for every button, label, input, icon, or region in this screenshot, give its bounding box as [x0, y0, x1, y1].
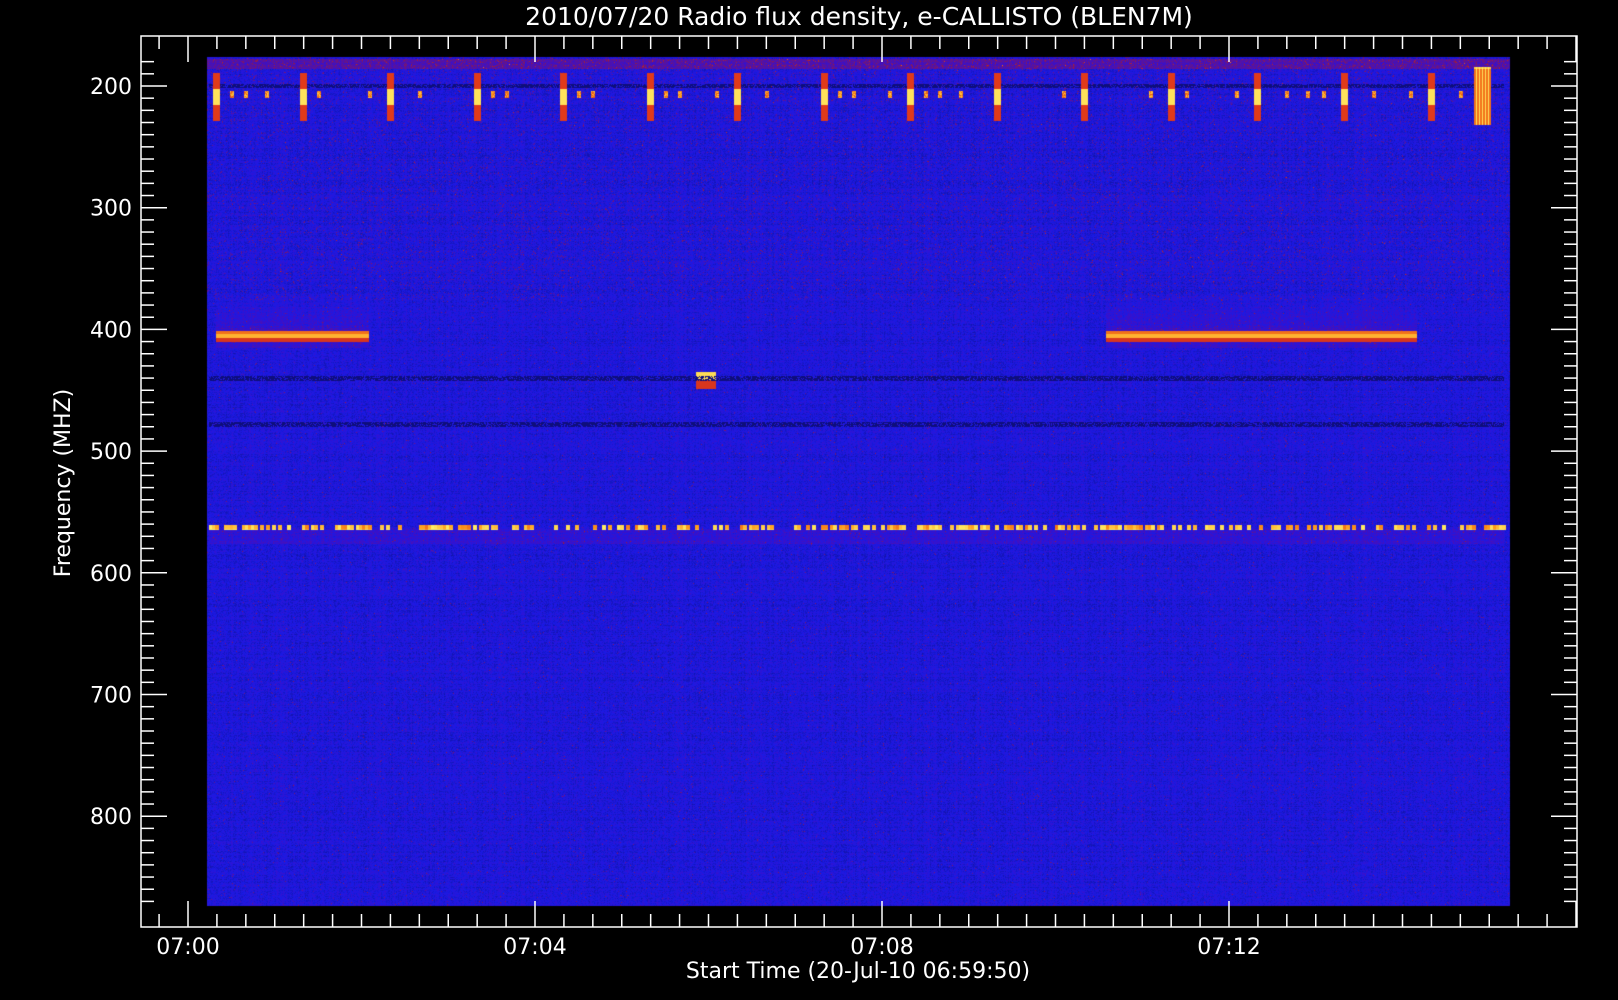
y-tick-label: 800	[90, 805, 132, 830]
x-tick-label: 07:12	[1197, 935, 1260, 960]
y-tick-label: 600	[90, 562, 132, 587]
y-axis-ticks	[141, 60, 1577, 903]
y-tick-label: 300	[90, 197, 132, 222]
y-tick-label: 500	[90, 440, 132, 465]
y-tick-label: 400	[90, 318, 132, 343]
plot-frame	[140, 35, 1578, 928]
y-tick-label: 200	[90, 75, 132, 100]
y-tick-label: 700	[90, 684, 132, 709]
y-axis-tick-labels: 200 300 400 500 600 700 800	[90, 75, 132, 830]
chart-svg: 2010/07/20 Radio flux density, e-CALLIST…	[51, 2, 1578, 984]
x-axis-label: Start Time (20-Jul-10 06:59:50)	[686, 959, 1030, 984]
x-axis-tick-labels: 07:00 07:04 07:08 07:12	[156, 935, 1260, 960]
x-tick-label: 07:00	[156, 935, 219, 960]
x-axis-ticks	[158, 36, 1577, 927]
x-tick-label: 07:04	[503, 935, 566, 960]
x-tick-label: 07:08	[850, 935, 913, 960]
y-axis-label: Frequency (MHZ)	[51, 389, 76, 577]
chart-title: 2010/07/20 Radio flux density, e-CALLIST…	[525, 2, 1193, 31]
